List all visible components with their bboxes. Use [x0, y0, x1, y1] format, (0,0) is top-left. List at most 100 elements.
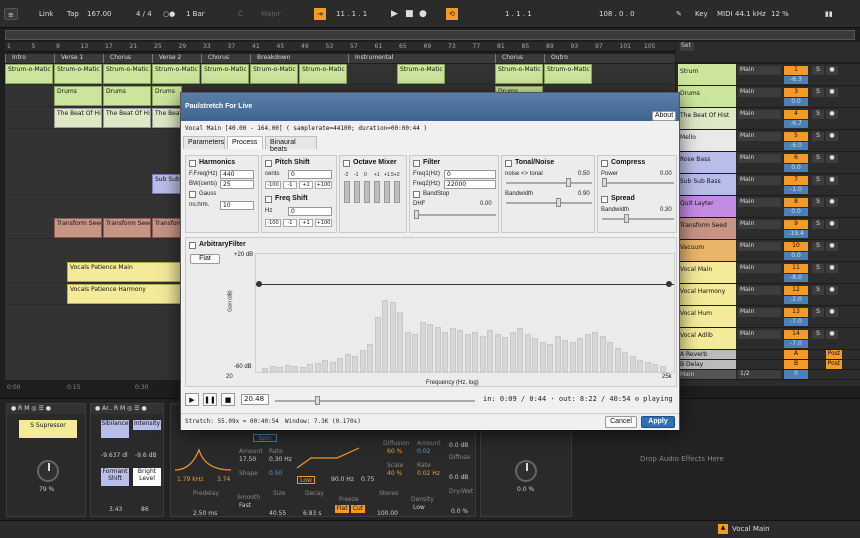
track-volume[interactable]: -19.4 [784, 230, 808, 238]
mix-knob[interactable] [515, 460, 537, 482]
device-title[interactable]: ● Ar.. R M ◎ ☰ ● [91, 404, 163, 414]
solo-button[interactable]: S [812, 176, 824, 185]
flat-toggle[interactable]: Flat [335, 505, 349, 513]
track-activator[interactable]: 14 [784, 330, 808, 339]
rate-value[interactable]: 0.30 Hz [269, 456, 292, 463]
spin-toggle[interactable]: Spin [253, 434, 277, 442]
bandwidth-slider[interactable] [506, 198, 592, 207]
track-name[interactable]: Vacuum [678, 240, 736, 261]
clip[interactable]: Strum-o-Matic [201, 64, 249, 84]
clip[interactable]: The Beat Of Hist [103, 108, 151, 128]
clip[interactable]: Transform Seed [54, 218, 102, 238]
drop-effects-zone[interactable]: Drop Audio Effects Here [640, 455, 724, 463]
damping-curve-graph[interactable] [297, 442, 359, 472]
track-routing-select[interactable]: Main [738, 242, 781, 251]
noise-tonal-slider-thumb[interactable] [566, 178, 571, 187]
beat-ruler[interactable]: 1 5 9 13 17 21 25 29 33 37 41 45 49 53 57 61 65 69 73 77 81 8… [5, 42, 675, 52]
hz-plus100-button[interactable]: +100 [315, 219, 332, 227]
drywet-value[interactable]: 0.0 % [451, 508, 468, 515]
stop-button[interactable]: ■ [402, 8, 417, 20]
track-routing-select[interactable]: Main [738, 330, 781, 339]
link-toggle[interactable]: Link [36, 8, 56, 20]
track-volume[interactable]: -7.0 [784, 340, 808, 348]
locator[interactable]: Instrumental [348, 54, 393, 63]
tempo-field[interactable]: 167.00 [84, 8, 115, 20]
locator[interactable]: Chorus [495, 54, 523, 63]
solo-button[interactable]: S [812, 198, 824, 207]
clip[interactable]: Strum-o-Matic [54, 64, 102, 84]
formant-shift-button[interactable]: Formant Shift [101, 468, 129, 486]
track-routing-select[interactable]: Main [738, 132, 781, 141]
menu-icon[interactable]: ≡ [4, 8, 18, 20]
loop-button[interactable]: ⟲ [446, 8, 458, 20]
cents-plus1-button[interactable]: +1 [299, 181, 313, 189]
position-display[interactable]: 11 . 1 . 1 [333, 8, 370, 20]
locator[interactable]: Chorus [103, 54, 131, 63]
tab-parameters[interactable]: Parameters [183, 136, 225, 149]
ffreq-input[interactable]: 440 [220, 170, 254, 179]
octave-mixer-checkbox[interactable] [343, 160, 350, 167]
track-routing-select[interactable]: Main [738, 154, 781, 163]
clip[interactable]: Drums [54, 86, 102, 106]
gauss-checkbox[interactable] [189, 191, 196, 198]
track-routing-select[interactable]: Main [738, 66, 781, 75]
low-freq-value[interactable]: 90.0 Hz [331, 476, 354, 483]
locator[interactable]: Breakdown [250, 54, 290, 63]
main-routing-select[interactable]: 1/2 [738, 370, 781, 379]
clip[interactable]: Vocals Patience Harmony [67, 284, 181, 304]
locator[interactable]: Chorus [201, 54, 229, 63]
amount-knob[interactable] [37, 460, 59, 482]
track-activator[interactable]: 7 [784, 176, 808, 185]
solo-button[interactable]: S [812, 110, 824, 119]
playback-progress-slider[interactable] [275, 396, 475, 405]
set-button[interactable]: Set [680, 42, 694, 51]
signature-field[interactable]: 4 / 4 [133, 8, 155, 20]
track-routing-select[interactable]: Main [738, 220, 781, 229]
octave-fader[interactable] [364, 181, 370, 203]
clip[interactable]: Drums [152, 86, 182, 106]
track-activator[interactable]: 6 [784, 154, 808, 163]
filter-curve-handle-right[interactable] [666, 281, 672, 287]
track-activator[interactable]: 9 [784, 220, 808, 229]
post-toggle[interactable]: Post [826, 350, 842, 359]
power-slider[interactable] [602, 178, 674, 187]
playback-thumb[interactable] [315, 396, 320, 405]
clip[interactable]: Strum-o-Matic [495, 64, 543, 84]
track-volume[interactable]: -1.0 [784, 186, 808, 194]
track-activator[interactable]: 5 [784, 132, 808, 141]
arbitrary-filter-plot[interactable] [255, 253, 675, 373]
bright-level-button[interactable]: Bright Level [133, 468, 161, 486]
tonal-noise-checkbox[interactable] [505, 160, 512, 167]
track-name[interactable]: Rose Bass [678, 152, 736, 173]
hz-minus1-button[interactable]: -1 [283, 219, 297, 227]
stop-icon[interactable]: ■ [221, 393, 235, 406]
clip[interactable]: The Beat Of Hist [152, 108, 182, 128]
arm-button[interactable]: ● [826, 132, 838, 141]
bw-input[interactable]: 25 [220, 180, 254, 189]
time-field[interactable]: 20.48 [241, 394, 269, 405]
hz-input[interactable]: 0 [288, 207, 332, 216]
scale-value[interactable]: 40 % [387, 470, 402, 477]
device-name-box[interactable]: S Supressor [19, 420, 77, 438]
arm-button[interactable]: ● [826, 66, 838, 75]
octave-fader[interactable] [354, 181, 360, 203]
bandwidth-slider-thumb[interactable] [556, 198, 561, 207]
locator[interactable]: Intro [5, 54, 26, 63]
eq-curve-graph[interactable] [175, 442, 231, 472]
track-name[interactable]: Transform Seed [678, 218, 736, 239]
arm-button[interactable]: ● [826, 264, 838, 273]
track-activator[interactable]: 3 [784, 88, 808, 97]
clip[interactable]: Strum-o-Matic [103, 64, 151, 84]
quantization-menu[interactable]: 1 Bar [183, 8, 208, 20]
pitch-shift-checkbox[interactable] [265, 160, 272, 167]
cents-minus1-button[interactable]: -1 [283, 181, 297, 189]
key-map-button[interactable]: Key [692, 8, 711, 20]
locator[interactable]: Verse 2 [152, 54, 181, 63]
amount-value[interactable]: 17.50 [239, 456, 256, 463]
freq2-input[interactable]: 22000 [444, 180, 496, 189]
track-volume[interactable]: 0.0 [784, 98, 808, 106]
arm-button[interactable]: ● [826, 286, 838, 295]
noise-tonal-slider[interactable] [506, 178, 592, 187]
track-volume[interactable]: -6.7 [784, 120, 808, 128]
track-volume[interactable]: -7.0 [784, 318, 808, 326]
